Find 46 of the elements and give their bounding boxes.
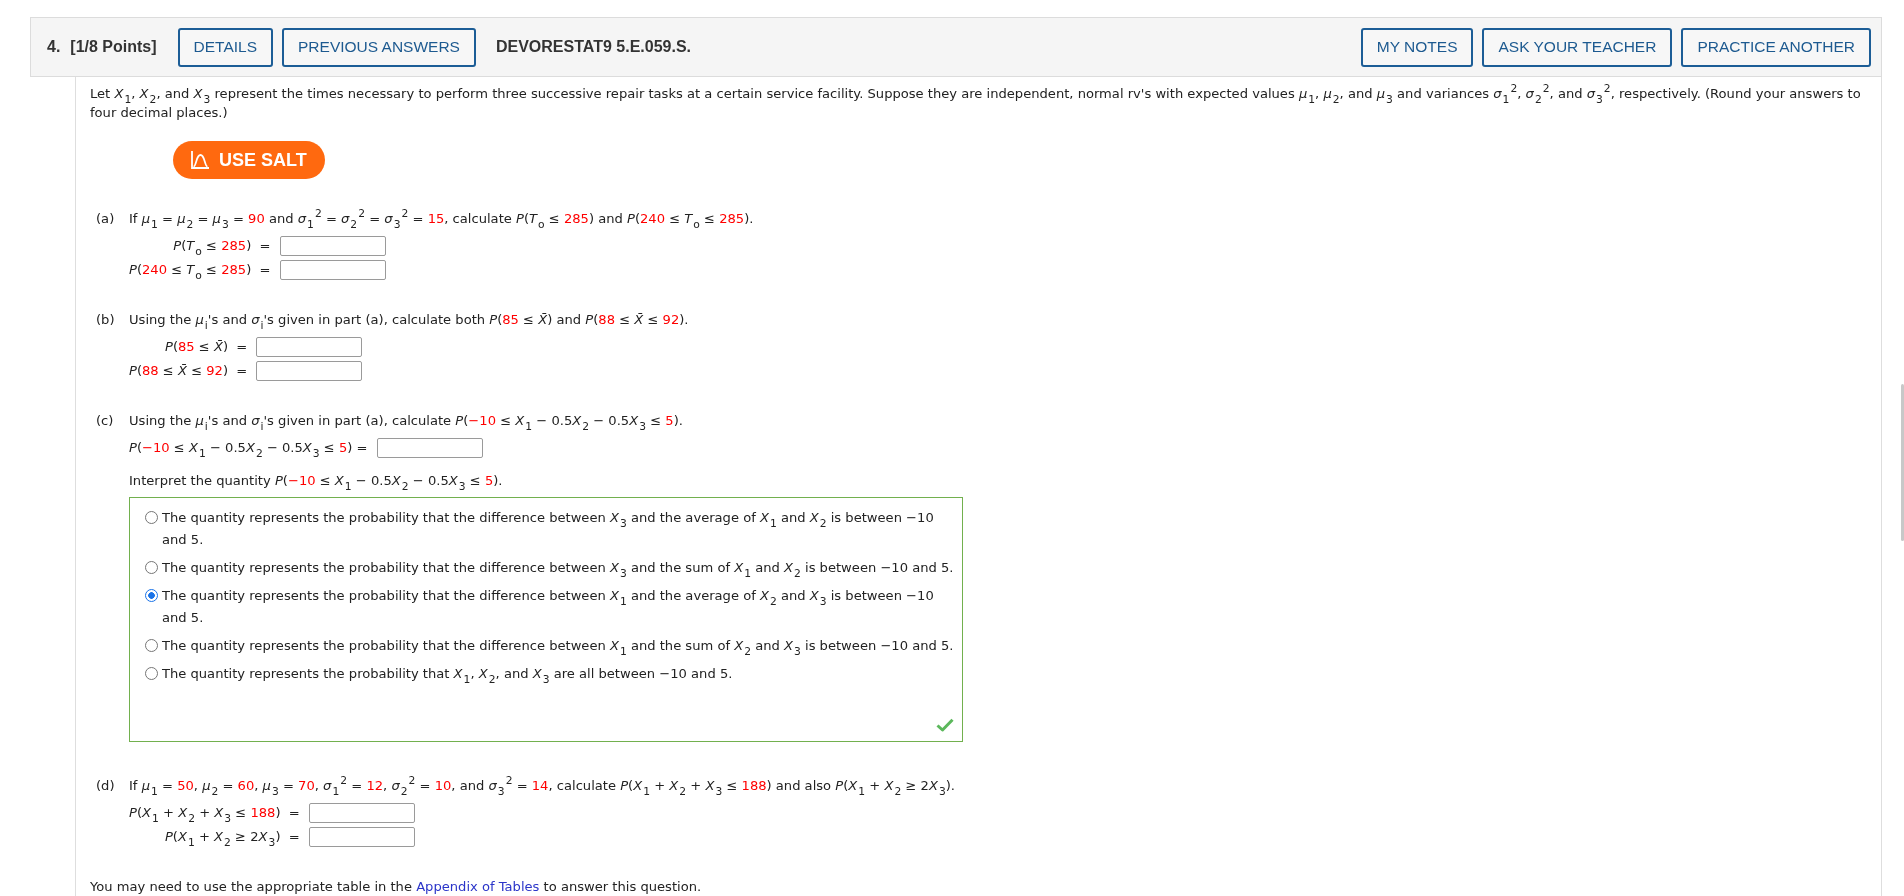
radio-option[interactable]: The quantity represents the probability that the difference between X$_{3}$ and the average of X$_{1}$ and X$_{2}$ is between −10 and 5. (145, 507, 960, 551)
radio-icon[interactable] (145, 511, 158, 524)
radio-option[interactable]: The quantity represents the probability that the difference between X$_{1}$ and the sum of X$_{2}$ and X$_{3}$ is between −10 and 5. (145, 635, 960, 657)
question-prompt: Using the μ$_{i}$'s and σ$_{i}$'s given in part (a), calculate both P(85 ≤ X̄) and P(88 ≤ X̄ ≤ 92). (129, 311, 689, 330)
bell-curve-icon (190, 150, 210, 170)
radio-icon[interactable] (145, 639, 158, 652)
answer-field[interactable] (279, 260, 386, 280)
radio-icon[interactable] (145, 667, 158, 680)
answer-label: P(−10 ≤ X$_{1}$ − 0.5X$_{2}$ − 0.5X$_{3}$ ≤ 5) = (129, 439, 368, 458)
part-label: (d) (96, 777, 116, 795)
header-button[interactable]: PREVIOUS ANSWERS (282, 27, 476, 67)
part-label: (a) (96, 210, 116, 228)
radio-option[interactable]: The quantity represents the probability that the difference between X$_{3}$ and the sum of X$_{1}$ and X$_{2}$ is between −10 and 5. (145, 557, 960, 579)
footer-note: You may need to use the appropriate table in the Appendix of Tables to answer this question. (90, 878, 703, 896)
header-button[interactable]: PRACTICE ANOTHER (1681, 27, 1871, 67)
answer-label: P(X$_{1}$ + X$_{2}$ ≥ 2X$_{3}$) = (164, 828, 300, 847)
question-prompt: Interpret the quantity P(−10 ≤ X$_{1}$ − 0.5X$_{2}$ − 0.5X$_{3}$ ≤ 5). (129, 472, 503, 491)
part-label: (c) (96, 412, 115, 430)
radio-option[interactable]: The quantity represents the probability that the difference between X$_{1}$ and the average of X$_{2}$ and X$_{3}$ is between −10 and 5. (145, 585, 960, 629)
answer-field[interactable] (376, 438, 483, 458)
part-label: (b) (96, 311, 116, 329)
answer-label: P(85 ≤ X̄) = (164, 338, 248, 356)
radio-option[interactable]: The quantity represents the probability that X$_{1}$, X$_{2}$, and X$_{3}$ are all between −10 and 5. (145, 663, 960, 685)
header-button[interactable]: ASK YOUR TEACHER (1482, 27, 1673, 67)
question-prompt: If μ$_{1}$ = 50, μ$_{2}$ = 60, μ$_{3}$ = 70, σ$_{1}$$^{2}$ = 12, σ$_{2}$$^{2}$ = 10, and σ$_{3}$$^{2}$ = 14, calculate P(X$_{1}$ + X$_{2}$ + X$_{3}$ ≤ 188) and also P(X$_{1}$ + X$_{2}$ ≥ 2X$_{3}$). (129, 776, 955, 796)
radio-icon[interactable] (145, 561, 158, 574)
answer-field[interactable] (256, 361, 363, 381)
header-button[interactable]: DETAILS (177, 27, 274, 67)
question-number: 4. (47, 38, 61, 56)
answer-field[interactable] (308, 827, 415, 847)
appendix-link[interactable]: Appendix of Tables (416, 879, 540, 894)
question-intro: Let X$_{1}$, X$_{2}$, and X$_{3}$ represent the times necessary to perform three successive repair tasks at a certain service facility. Suppose they are independent, normal rv's with expected values μ$_{1}$, μ$_{2}$, and μ$_{3}$ and variances σ$_{1}$$^{2}$, σ$_{2}$$^{2}$, and σ$_{3}$$^{2}$, respectively. (Round your answers to four decimal places.) (90, 84, 1862, 122)
answer-field[interactable] (308, 803, 415, 823)
question-prompt: If μ$_{1}$ = μ$_{2}$ = μ$_{3}$ = 90 and σ$_{1}$$^{2}$ = σ$_{2}$$^{2}$ = σ$_{3}$$^{2}$ = 15, calculate P(T$_{o}$ ≤ 285) and P(240 ≤ T$_{o}$ ≤ 285). (129, 209, 754, 229)
question-code: DEVORESTAT9 5.E.059.S. (495, 38, 691, 56)
answer-label: P(240 ≤ T$_{o}$ ≤ 285) = (129, 261, 271, 280)
answer-field[interactable] (256, 337, 363, 357)
answer-field[interactable] (279, 236, 386, 256)
header-button[interactable]: MY NOTES (1360, 27, 1474, 67)
answer-label: P(T$_{o}$ ≤ 285) = (173, 237, 271, 256)
radio-icon[interactable] (145, 589, 158, 602)
points-label: [1/8 Points] (70, 38, 157, 56)
answer-label: P(88 ≤ X̄ ≤ 92) = (129, 362, 248, 380)
answer-label: P(X$_{1}$ + X$_{2}$ + X$_{3}$ ≤ 188) = (129, 804, 300, 823)
scrollbar-thumb[interactable] (1901, 384, 1904, 541)
question-prompt: Using the μ$_{i}$'s and σ$_{i}$'s given in part (a), calculate P(−10 ≤ X$_{1}$ − 0.5X$_{2}$ − 0.5X$_{3}$ ≤ 5). (129, 412, 683, 431)
